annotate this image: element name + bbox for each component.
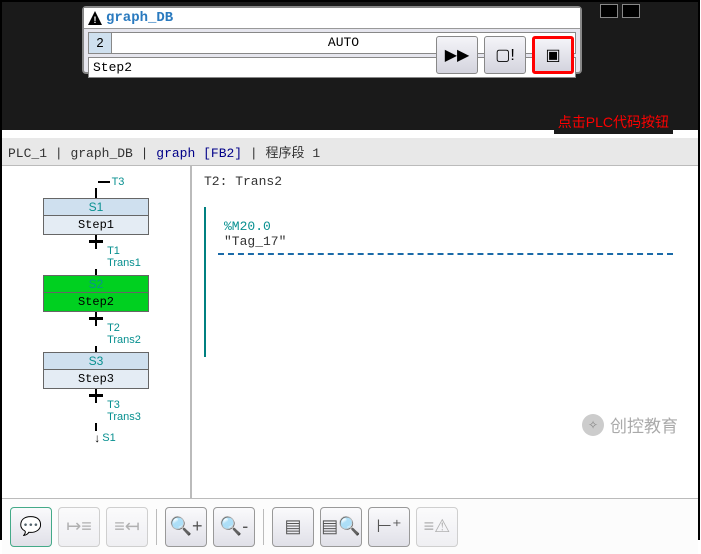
branch-icon: ⊢⁺ <box>376 516 401 537</box>
bc-graphdb[interactable]: graph_DB <box>70 146 132 161</box>
arrow-in-icon <box>98 181 110 183</box>
list-icon: ▤ <box>284 516 301 537</box>
transition-t3[interactable] <box>95 389 97 403</box>
step-s3[interactable]: S3 Step3 <box>43 352 149 389</box>
panel-title: graph_DB <box>106 10 173 26</box>
zoom-out-icon: 🔍- <box>220 516 248 537</box>
layout-icon[interactable] <box>622 4 640 18</box>
transition-t2[interactable] <box>95 312 97 326</box>
step-number-field[interactable]: 2 <box>88 32 112 54</box>
transition-t1[interactable] <box>95 235 97 249</box>
fast-forward-button[interactable]: ▶▶ <box>436 36 478 74</box>
alert-screen-icon: ▢! <box>495 45 515 65</box>
list-view-button[interactable]: ▤ <box>272 507 314 547</box>
comment-button[interactable]: 💬 <box>10 507 52 547</box>
entry-label: T3 <box>112 176 125 188</box>
tag-name[interactable]: "Tag_17" <box>224 234 686 249</box>
zoom-in-button[interactable]: 🔍+ <box>165 507 207 547</box>
ladder-panel: T2: Trans2 %M20.0 "Tag_17" ✧ 创控教育 <box>192 166 698 498</box>
window-controls <box>600 4 640 18</box>
diag-button[interactable]: ≡⚠ <box>416 507 458 547</box>
bc-segment[interactable]: 程序段 1 <box>266 146 321 161</box>
transition-title: T2: Trans2 <box>204 174 686 189</box>
watermark: ✧ 创控教育 <box>582 412 678 438</box>
step-s1[interactable]: S1 Step1 <box>43 198 149 235</box>
bc-graph[interactable]: graph [FB2] <box>156 146 242 161</box>
rail-icon <box>204 207 206 357</box>
bottom-toolbar: 💬 ↦≡ ≡↤ 🔍+ 🔍- ▤ ▤🔍 ⊢⁺ ≡⚠ <box>2 498 698 554</box>
alert-button[interactable]: ▢! <box>484 36 526 74</box>
zoom-in-icon: 🔍+ <box>170 516 203 537</box>
step-s2[interactable]: S2 Step2 <box>43 275 149 312</box>
bc-plc[interactable]: PLC_1 <box>8 146 47 161</box>
wechat-icon: ✧ <box>582 414 604 436</box>
toolbar-buttons: ▶▶ ▢! ▣ <box>436 36 574 74</box>
sfc-graph-panel: T3 S1 Step1 T1 Trans1 S2 Step2 <box>2 166 192 498</box>
diag-icon: ≡⚠ <box>424 516 451 537</box>
tag-address[interactable]: %M20.0 <box>224 219 686 234</box>
warning-icon <box>88 11 102 25</box>
step-in-icon: ↦≡ <box>66 516 92 537</box>
search-list-button[interactable]: ▤🔍 <box>320 507 362 547</box>
plc-code-button[interactable]: ▣ <box>532 36 574 74</box>
rung-line <box>218 253 673 255</box>
top-dark-area: graph_DB 2 AUTO Step2 ▶▶ ▢! ▣ 点击PLC代码按钮 <box>2 2 698 130</box>
forward-icon: ▶▶ <box>445 45 470 65</box>
zoom-out-button[interactable]: 🔍- <box>213 507 255 547</box>
exit-label: S1 <box>102 432 115 444</box>
step-out-button[interactable]: ≡↤ <box>106 507 148 547</box>
min-icon[interactable] <box>600 4 618 18</box>
panel-titlebar: graph_DB <box>84 8 580 29</box>
search-list-icon: ▤🔍 <box>321 516 360 537</box>
step-out-icon: ≡↤ <box>114 516 140 537</box>
annotation-text: 点击PLC代码按钮 <box>554 110 673 134</box>
step-in-button[interactable]: ↦≡ <box>58 507 100 547</box>
workspace: T3 S1 Step1 T1 Trans1 S2 Step2 <box>2 166 698 498</box>
plc-icon: ▣ <box>545 45 560 65</box>
branch-button[interactable]: ⊢⁺ <box>368 507 410 547</box>
breadcrumb: PLC_1 | graph_DB | graph [FB2] | 程序段 1 <box>2 138 698 166</box>
arrow-down-icon: ↓ <box>94 431 100 445</box>
speech-icon: 💬 <box>20 516 42 537</box>
graph-db-panel: graph_DB 2 AUTO Step2 ▶▶ ▢! ▣ <box>82 6 582 74</box>
